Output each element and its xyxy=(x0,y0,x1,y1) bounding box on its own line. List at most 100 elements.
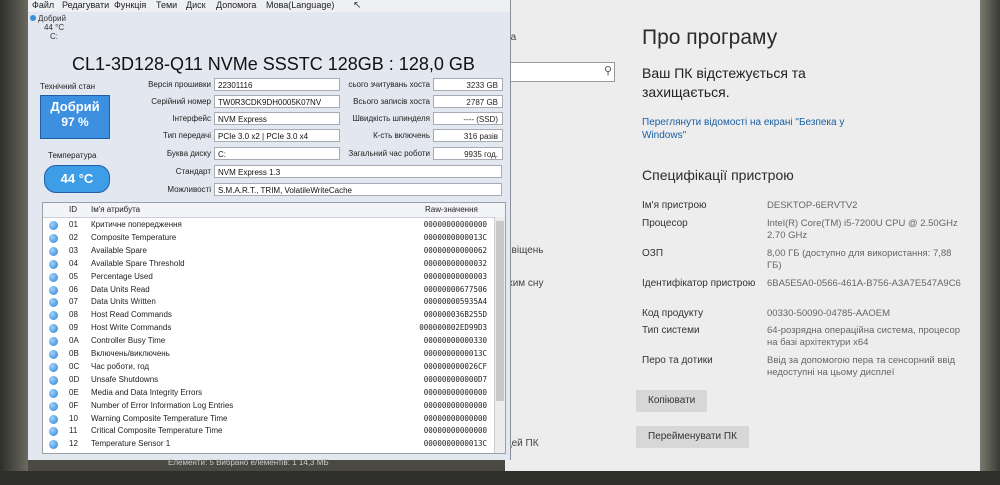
menu-item-disk[interactable]: Диск xyxy=(186,0,206,11)
disk-tab-temp: 44 °C xyxy=(44,23,65,32)
menu-item-function[interactable]: Функція xyxy=(114,0,146,11)
mouse-cursor-icon: ↖ xyxy=(353,0,362,11)
attr-id: 01 xyxy=(69,220,78,229)
attr-raw: 00000000000003 xyxy=(423,271,487,281)
attr-id: 0C xyxy=(69,361,80,371)
spec-label: Перо та дотики xyxy=(642,355,713,366)
attr-id: 0F xyxy=(69,400,79,410)
smart-table[interactable]: ID Ім'я атрибута Raw-значення 01 Критичне… xyxy=(42,202,506,454)
col-header-id[interactable]: ID xyxy=(69,203,77,217)
temperature-badge[interactable]: 44 °C xyxy=(44,165,110,193)
smart-row[interactable]: 01 Критичне попередження 00000000000000 xyxy=(43,219,505,232)
smart-row[interactable]: 04 Available Spare Threshold 0000000000003… xyxy=(43,258,505,271)
smart-row[interactable]: 0D Unsafe Shutdowns 000000000000D7 xyxy=(43,374,505,387)
smart-row[interactable]: 02 Composite Temperature 0000000000013C xyxy=(43,232,505,245)
attr-id: 03 xyxy=(69,245,78,255)
attr-name: Percentage Used xyxy=(91,271,153,281)
smart-row[interactable]: 0B Включень/виключень 0000000000013C xyxy=(43,348,505,361)
attr-name: Host Read Commands xyxy=(91,310,172,320)
scroll-thumb[interactable] xyxy=(496,221,504,401)
attr-name: Host Write Commands xyxy=(91,323,172,333)
power-hours-value: 9935 год. xyxy=(433,147,503,160)
attr-id: 11 xyxy=(69,426,78,436)
interface-label: Інтерфейс xyxy=(172,114,211,123)
host-writes-value: 2787 GB xyxy=(433,95,503,108)
attr-name: Data Units Read xyxy=(91,284,150,294)
status-dot-icon xyxy=(49,246,58,256)
monitor-bezel-left xyxy=(0,0,28,485)
status-dot-icon xyxy=(49,362,58,372)
attr-name: Controller Busy Time xyxy=(91,336,166,346)
spec-value: 64-розрядна операційна система, процесор… xyxy=(767,325,961,348)
serial-label: Серійний номер xyxy=(151,97,211,106)
attr-raw: 00000000000000 xyxy=(423,413,487,423)
bg-fragment: жим сну xyxy=(506,278,544,289)
smart-row[interactable]: 05 Percentage Used 00000000000003 xyxy=(43,271,505,284)
smart-row[interactable]: 0F Number of Error Information Log Entrie… xyxy=(43,400,505,413)
status-dot-icon xyxy=(49,272,58,282)
page-title: Про програму xyxy=(642,26,778,49)
menu-item-language[interactable]: Мова(Language) xyxy=(266,0,334,11)
status-dot-icon xyxy=(49,311,58,321)
smart-row[interactable]: 07 Data Units Written 000000005935A4 xyxy=(43,296,505,309)
crystaldiskinfo-window: Файл Редагувати Функція Теми Диск Допомо… xyxy=(28,0,511,467)
interface-value: NVM Express xyxy=(214,112,340,125)
attr-name: Temperature Sensor 1 xyxy=(91,439,171,449)
status-dot-icon xyxy=(49,427,58,437)
status-dot-icon xyxy=(49,350,58,359)
smart-row[interactable]: 12 Temperature Sensor 1 0000000000013C xyxy=(43,438,505,451)
smart-row[interactable]: 10 Warning Composite Temperature Time 0000… xyxy=(43,413,505,426)
col-header-raw[interactable]: Raw-значення xyxy=(425,203,478,217)
security-link[interactable]: Переглянути відомості на екрані "Безпека… xyxy=(642,116,872,142)
host-reads-value: 3233 GB xyxy=(433,78,503,91)
attr-name: Composite Temperature xyxy=(91,232,177,242)
menu-bar: Файл Редагувати Функція Теми Диск Допомо… xyxy=(28,0,510,12)
copy-button[interactable]: Копіювати xyxy=(636,390,708,412)
power-hours-label: Загальний час роботи xyxy=(348,149,430,158)
attr-raw: 00000000677506 xyxy=(423,284,487,294)
monitor-bezel-bottom xyxy=(0,471,1000,485)
status-dot-icon xyxy=(49,221,58,230)
health-label: Технічний стан xyxy=(40,82,96,91)
status-bar: Елементи: 5 Вибрано елементів: 1 14,3 МБ xyxy=(168,458,329,467)
attr-id: 02 xyxy=(69,232,78,242)
smart-row[interactable]: 06 Data Units Read 00000000677506 xyxy=(43,284,505,297)
rotation-label: Швидкість шпинделя xyxy=(352,114,430,123)
attr-raw: 0000000000013C xyxy=(423,232,487,242)
attr-name: Available Spare xyxy=(91,245,147,255)
smart-row[interactable]: 11 Critical Composite Temperature Time 000… xyxy=(43,425,505,438)
smart-row[interactable]: 09 Host Write Commands 000000002ED99D3 xyxy=(43,322,505,335)
status-dot-icon xyxy=(49,259,58,269)
settings-search-input[interactable]: ⚲ xyxy=(505,62,615,82)
power-count-value: 316 разів xyxy=(433,129,503,142)
smart-row[interactable]: 03 Available Spare 00000000000062 xyxy=(43,245,505,258)
smart-row[interactable]: 0A Controller Busy Time 00000000000330 xyxy=(43,335,505,348)
col-header-name[interactable]: Ім'я атрибута xyxy=(91,203,140,217)
menu-item-themes[interactable]: Теми xyxy=(156,0,177,11)
settings-window: ⚲ ка овіщень жим сну цей ПК Про програму… xyxy=(505,0,980,473)
rename-pc-button[interactable]: Перейменувати ПК xyxy=(636,426,749,448)
attr-name: Media and Data Integrity Errors xyxy=(91,387,203,397)
health-status-badge[interactable]: Добрий 97 % xyxy=(40,95,110,139)
transfer-label: Тип передачі xyxy=(163,131,211,140)
status-dot-icon xyxy=(49,337,58,347)
menu-item-help[interactable]: Допомога xyxy=(216,0,256,11)
menu-item-edit[interactable]: Редагувати xyxy=(62,0,109,11)
spec-value: 6BA5E5A0-0566-461A-B756-A3A7E547A9C6 xyxy=(767,278,961,289)
attr-name: Number of Error Information Log Entries xyxy=(91,400,234,410)
drive-letter-label: Буква диску xyxy=(166,149,211,158)
attr-raw: 00000000000000 xyxy=(423,220,487,229)
menu-item-file[interactable]: Файл xyxy=(32,0,54,11)
disk-title[interactable]: CL1-3D128-Q11 NVMe SSSTC 128GB : 128,0 G… xyxy=(72,54,475,75)
smart-row[interactable]: 0C Час роботи, год 000000000026CF xyxy=(43,361,505,374)
smart-row[interactable]: 08 Host Read Commands 000000036B255D xyxy=(43,309,505,322)
spec-label: Тип системи xyxy=(642,325,700,336)
smart-scrollbar[interactable] xyxy=(494,217,505,453)
attr-id: 04 xyxy=(69,258,78,268)
smart-row[interactable]: 0E Media and Data Integrity Errors 0000000… xyxy=(43,387,505,400)
transfer-value: PCIe 3.0 x2 | PCIe 3.0 x4 xyxy=(214,129,340,142)
attr-raw: 0000000000013C xyxy=(423,349,487,358)
power-count-label: К-сть включень xyxy=(373,131,430,140)
attr-name: Data Units Written xyxy=(91,297,156,307)
disk-tab[interactable]: Добрий 44 °C C: xyxy=(30,14,90,41)
